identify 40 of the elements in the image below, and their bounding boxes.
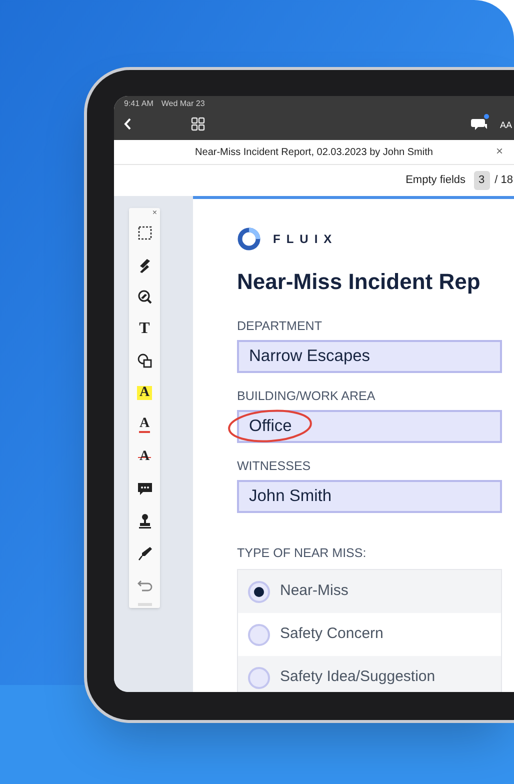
- text-size-button[interactable]: AA: [500, 119, 512, 132]
- grid-button[interactable]: [191, 117, 205, 131]
- option-label: Safety Idea/Suggestion: [280, 667, 436, 688]
- grid-icon: [191, 117, 205, 131]
- comment-icon: [136, 481, 152, 497]
- radio-button[interactable]: [248, 666, 270, 688]
- magnifier-icon: [136, 289, 152, 305]
- text-field[interactable]: John Smith: [237, 480, 502, 513]
- fountain-pen-icon: [136, 545, 152, 561]
- field-label: BUILDING/WORK AREA: [237, 389, 376, 404]
- empty-fields-count: 3: [474, 171, 490, 190]
- field-label: DEPARTMENT: [237, 319, 323, 334]
- back-icon: [124, 118, 132, 130]
- underline-tool[interactable]: A: [129, 409, 160, 441]
- status-time: 9:41 AM: [124, 100, 154, 108]
- empty-fields-label: Empty fields: [406, 173, 466, 188]
- stamp-icon: [136, 513, 152, 529]
- status-date: Wed Mar 23: [161, 100, 205, 108]
- select-area-icon: [136, 225, 152, 241]
- logo-text: FLUIX: [273, 231, 338, 248]
- empty-fields-total: / 18: [494, 173, 513, 188]
- form-heading: Near-Miss Incident Rep: [237, 268, 482, 296]
- highlight-tool[interactable]: A: [129, 377, 160, 409]
- radio-option[interactable]: Near-Miss: [238, 570, 501, 613]
- section-label: TYPE OF NEAR MISS:: [237, 546, 368, 561]
- back-button[interactable]: [124, 118, 132, 130]
- option-label: Safety Concern: [280, 624, 384, 644]
- ring-logo-icon: [237, 227, 261, 251]
- document-title: Near-Miss Incident Report, 02.03.2023 by John Smith: [195, 146, 433, 160]
- close-button[interactable]: ×: [496, 145, 504, 157]
- shapes-icon: [136, 353, 152, 369]
- radio-button[interactable]: [248, 624, 270, 646]
- radio-button[interactable]: [248, 580, 270, 602]
- close-panel-button[interactable]: ×: [152, 209, 157, 217]
- radio-option[interactable]: Safety Idea/Suggestion: [238, 656, 501, 692]
- text-field[interactable]: Narrow Escapes: [237, 340, 502, 373]
- text-tool[interactable]: T: [129, 313, 160, 345]
- field-label: WITNESSES: [237, 459, 312, 474]
- option-label: Near-Miss: [280, 581, 348, 602]
- text-field[interactable]: Office: [237, 410, 502, 443]
